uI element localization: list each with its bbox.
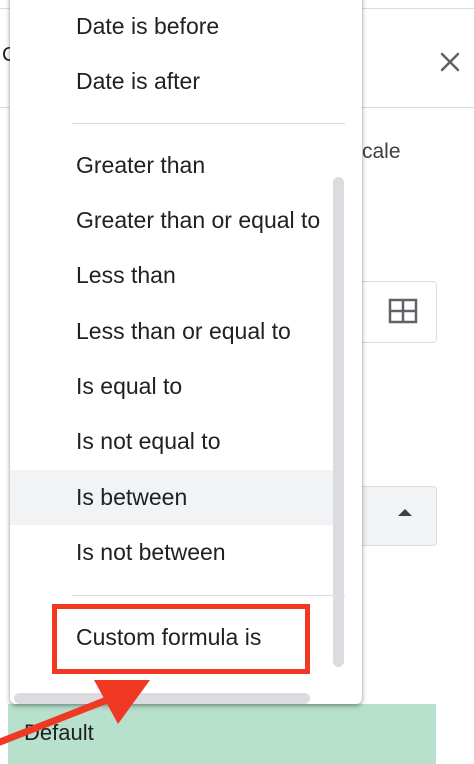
menu-item-date-is-before[interactable]: Date is before <box>10 0 335 54</box>
menu-item-less-than[interactable]: Less than <box>10 248 335 303</box>
menu-item-is-not-between[interactable]: Is not between <box>10 525 335 580</box>
grid-icon[interactable] <box>388 298 418 324</box>
caret-up-icon <box>398 509 412 516</box>
menu-item-is-equal-to[interactable]: Is equal to <box>10 359 335 414</box>
menu-vertical-scrollbar[interactable] <box>333 177 344 667</box>
formatting-style-label: Default <box>24 720 94 745</box>
condition-dropdown-menu: Date is before Date is after Greater tha… <box>10 0 362 704</box>
menu-horizontal-scrollbar[interactable] <box>14 693 310 704</box>
menu-item-date-is-after[interactable]: Date is after <box>10 54 335 109</box>
menu-item-greater-than-or-equal[interactable]: Greater than or equal to <box>10 193 335 248</box>
condition-select[interactable] <box>350 486 437 546</box>
menu-separator <box>72 123 345 124</box>
menu-item-is-between[interactable]: Is between <box>10 470 335 525</box>
color-scale-tab-fragment[interactable]: cale <box>362 140 401 164</box>
menu-item-is-not-equal-to[interactable]: Is not equal to <box>10 414 335 469</box>
menu-item-less-than-or-equal[interactable]: Less than or equal to <box>10 304 335 359</box>
menu-separator <box>72 595 345 596</box>
close-icon[interactable] <box>434 46 466 78</box>
annotation-highlight-box <box>52 604 310 674</box>
menu-item-greater-than[interactable]: Greater than <box>10 138 335 193</box>
